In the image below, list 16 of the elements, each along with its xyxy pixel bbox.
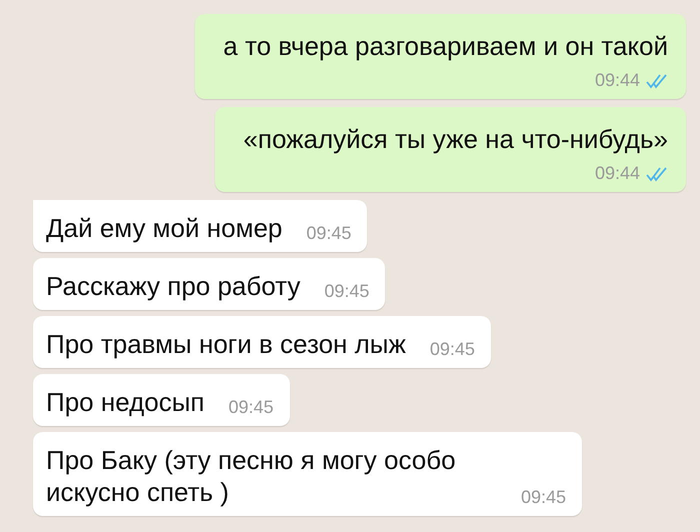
message-time: 09:45 xyxy=(306,223,352,244)
message-time: 09:44 xyxy=(594,70,640,91)
message-text: «пожалуйся ты уже на что-нибудь» xyxy=(243,123,668,155)
message-time: 09:45 xyxy=(228,397,274,418)
message-time: 09:45 xyxy=(324,281,370,302)
message-time: 09:45 xyxy=(430,339,475,360)
message-text: Про недосып xyxy=(46,386,204,418)
double-check-icon xyxy=(646,72,668,88)
message-text: Расскажу про работу xyxy=(46,270,300,302)
message-time: 09:45 xyxy=(520,487,566,508)
message-text: а то вчера разговариваем и он такой xyxy=(223,30,668,62)
message-text: Про Баку (эту песню я могу особо искусно спеть ) xyxy=(46,444,457,508)
double-check-icon xyxy=(646,166,668,182)
message-text: Дай ему мой номер xyxy=(46,212,282,244)
message-time: 09:44 xyxy=(594,163,640,184)
message-text: Про травмы ноги в сезон лыж xyxy=(46,328,406,360)
